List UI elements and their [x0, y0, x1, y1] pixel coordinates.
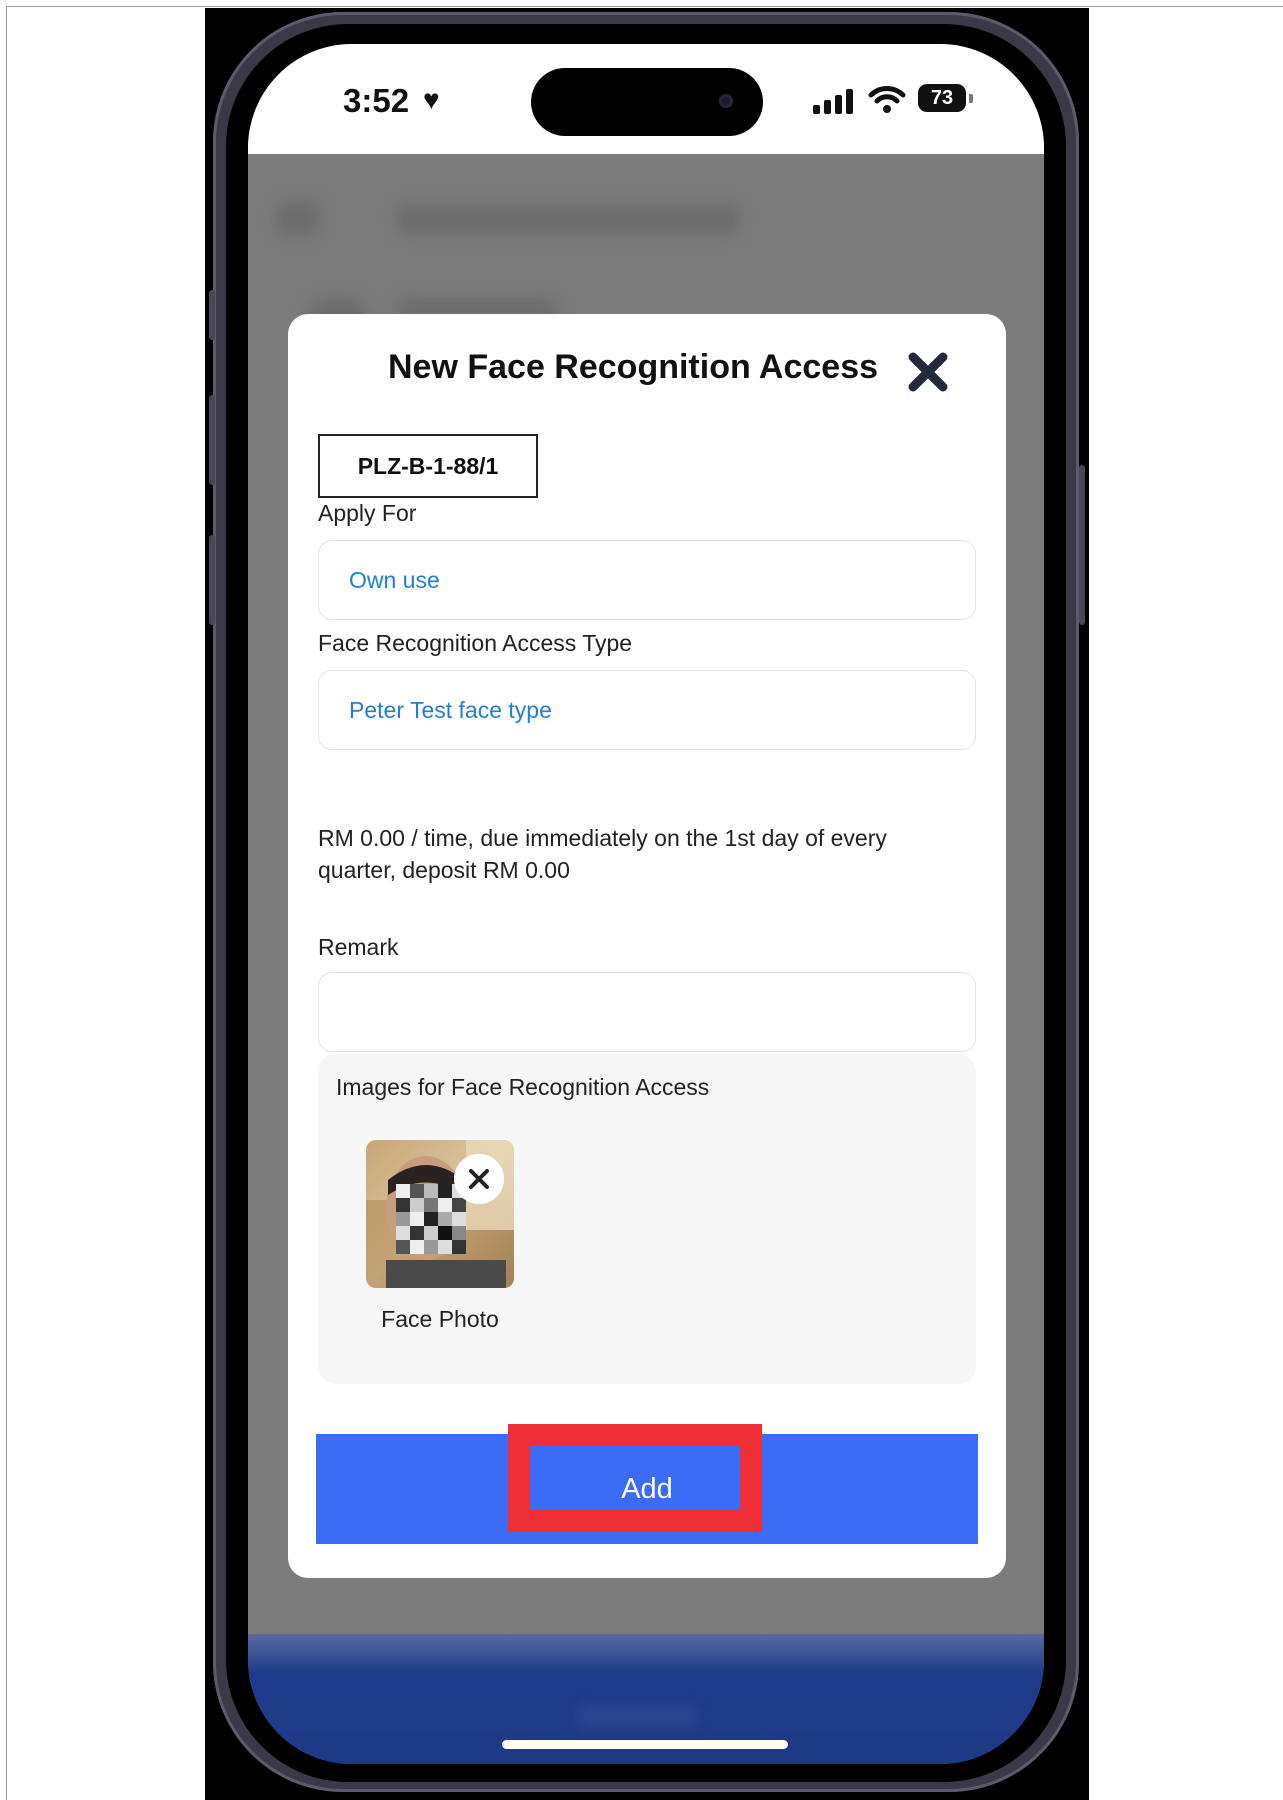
new-face-access-modal: New Face Recognition Access PLZ-B-1-88/1… — [288, 314, 1006, 1578]
unit-code-tag: PLZ-B-1-88/1 — [318, 434, 538, 498]
access-type-label: Face Recognition Access Type — [318, 630, 633, 656]
face-photo-caption: Face Photo — [381, 1306, 499, 1332]
remark-input[interactable] — [318, 972, 976, 1052]
images-title: Images for Face Recognition Access — [336, 1074, 710, 1100]
background-header-title — [398, 204, 738, 234]
apply-for-label: Apply For — [318, 500, 417, 526]
modal-title: New Face Recognition Access — [388, 348, 879, 386]
apply-for-select[interactable]: Own use — [318, 540, 976, 620]
background-bottom-button — [578, 1704, 698, 1728]
remove-photo-icon[interactable] — [454, 1154, 504, 1204]
camera-icon — [719, 94, 733, 108]
side-button-right — [1079, 465, 1085, 625]
add-button[interactable]: Add — [316, 1434, 978, 1544]
battery-tip — [969, 94, 973, 103]
remark-label: Remark — [318, 934, 399, 960]
dynamic-island — [531, 68, 763, 136]
side-button-left-3 — [209, 535, 215, 625]
side-button-left-2 — [209, 395, 215, 485]
cellular-signal-icon — [813, 88, 857, 114]
background-back-button — [278, 202, 318, 236]
add-button-label: Add — [621, 1473, 673, 1505]
status-time: 3:52 — [343, 82, 410, 119]
price-info: RM 0.00 / time, due immediately on the 1… — [318, 825, 887, 883]
heart-icon: ♥ — [423, 84, 440, 115]
battery-icon: 73 — [918, 84, 966, 112]
wifi-icon — [868, 86, 906, 113]
access-type-select[interactable]: Peter Test face type — [318, 670, 976, 750]
images-panel: Images for Face Recognition Access Face … — [318, 1054, 976, 1384]
close-icon[interactable] — [906, 350, 950, 394]
phone-screen: 3:52 ♥ 73 New Face Recognition Access PL — [248, 44, 1044, 1764]
side-button-left-1 — [209, 290, 215, 340]
status-bar: 3:52 ♥ 73 — [248, 44, 1044, 154]
home-indicator[interactable] — [502, 1740, 788, 1749]
